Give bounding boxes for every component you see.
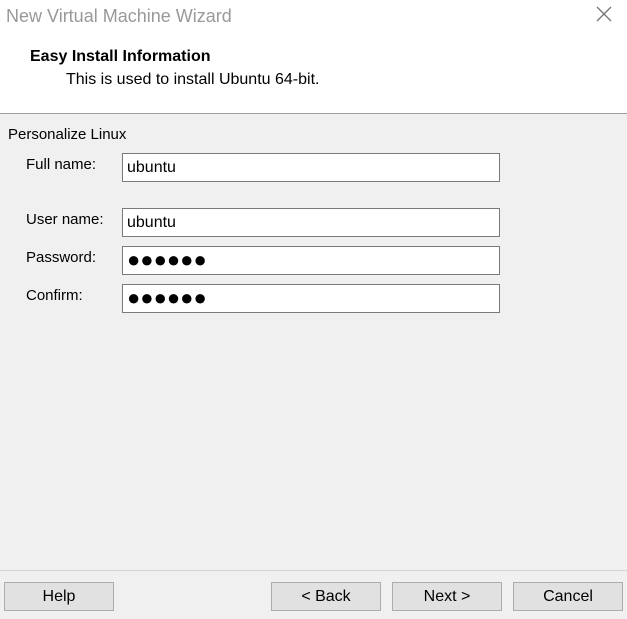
page-title: Easy Install Information [30,48,211,65]
close-icon [595,5,613,28]
back-button[interactable]: < Back [271,582,381,611]
title-bar: New Virtual Machine Wizard [0,0,627,35]
footer-divider [0,570,627,571]
group-label-personalize: Personalize Linux [8,126,127,143]
password-label: Password: [26,249,97,266]
header-divider [0,113,627,114]
confirm-password-field[interactable]: ●●●●●● [122,284,500,313]
next-button[interactable]: Next > [392,582,502,611]
wizard-header: Easy Install Information This is used to… [0,35,627,113]
window-title: New Virtual Machine Wizard [6,6,232,26]
help-button[interactable]: Help [4,582,114,611]
user-name-label: User name: [26,211,104,228]
user-name-field[interactable]: ubuntu [122,208,500,237]
full-name-label: Full name: [26,156,97,173]
wizard-window: New Virtual Machine Wizard Easy Install … [0,0,627,619]
confirm-label: Confirm: [26,287,83,304]
close-button[interactable] [581,0,627,32]
page-subtitle: This is used to install Ubuntu 64-bit. [66,71,320,88]
password-field[interactable]: ●●●●●● [122,246,500,275]
full-name-field[interactable]: ubuntu [122,153,500,182]
cancel-button[interactable]: Cancel [513,582,623,611]
